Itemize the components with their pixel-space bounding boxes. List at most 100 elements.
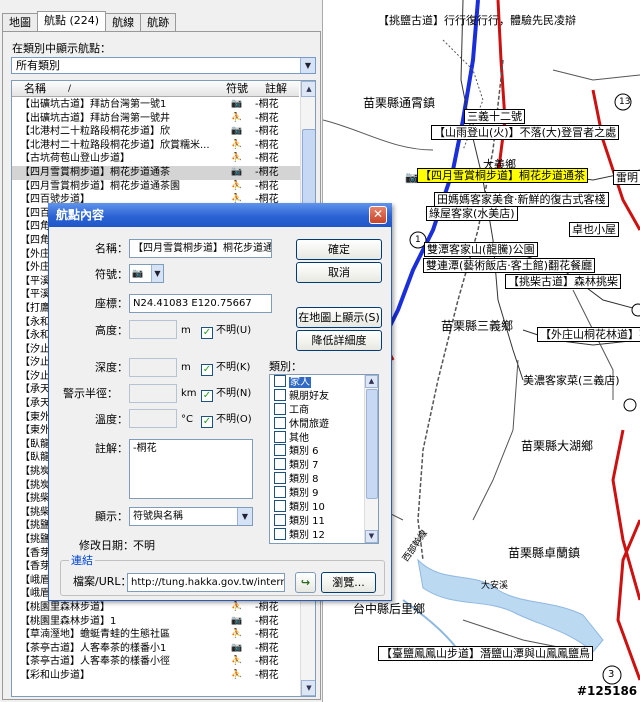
tab-routes[interactable]: 航線 <box>105 13 142 31</box>
category-filter-select[interactable]: 所有類別 ▼ <box>11 57 316 74</box>
checkbox-icon[interactable] <box>274 388 286 401</box>
proximity-field[interactable] <box>129 384 177 403</box>
symbol-select[interactable]: 📷 ▼ <box>129 264 164 283</box>
name-field[interactable]: 【四月雪賞桐步道】桐花步道通 <box>129 239 272 258</box>
map-label[interactable]: 【挑柴古道】森林挑柴 <box>505 274 621 289</box>
list-item[interactable]: 【古坑荷苞山登山步道】 ⛹ -桐花 <box>12 152 300 166</box>
checkbox-icon[interactable] <box>274 513 286 526</box>
scroll-up-icon[interactable]: ▲ <box>365 375 378 388</box>
scroll-up-icon[interactable]: ▲ <box>301 81 315 97</box>
tab-map[interactable]: 地圖 <box>2 13 38 31</box>
chevron-down-icon[interactable]: ▼ <box>237 508 252 525</box>
list-item[interactable]: 【桃園里森林步道】 ⛹ -桐花 <box>12 601 300 615</box>
tab-tracks[interactable]: 航跡 <box>140 13 177 31</box>
map-label[interactable]: 美濃客家菜(三義店) <box>523 374 620 387</box>
list-item[interactable]: 【出礦坑古道】拜訪台灣第一號1 📷 -桐花 <box>12 98 300 112</box>
checkbox-icon[interactable] <box>274 430 286 443</box>
checkbox-icon[interactable] <box>274 402 286 415</box>
category-label: 類別 6 <box>289 446 319 458</box>
altitude-unknown-checkbox[interactable]: ✓ 不明(U) <box>201 324 251 339</box>
chevron-down-icon[interactable]: ▼ <box>300 58 315 73</box>
link-url-field[interactable]: http://tung.hakka.gov.tw/internet/sce <box>127 573 285 592</box>
depth-field[interactable] <box>129 358 177 377</box>
checkbox-icon[interactable] <box>274 472 286 485</box>
category-item[interactable]: 類別 12 <box>270 527 378 542</box>
map-label[interactable]: 雷明 <box>613 170 640 185</box>
category-item[interactable]: 休閒旅遊 <box>270 416 378 431</box>
list-item[interactable]: 【桃園里森林步道】1 📷 -桐花 <box>12 615 300 629</box>
scroll-thumb[interactable] <box>366 389 378 499</box>
open-link-button[interactable]: ↪ <box>295 572 316 593</box>
camera-icon: 📷 <box>132 269 144 279</box>
proximity-unknown-checkbox[interactable]: ✓ 不明(N) <box>201 387 251 402</box>
checkbox-icon[interactable] <box>274 500 286 513</box>
tab-waypoints[interactable]: 航點 (224) <box>37 11 107 31</box>
map-label[interactable]: 雙潭客家山(龍騰)公園 <box>424 242 538 257</box>
map-label[interactable]: 卓也小屋 <box>569 222 619 237</box>
category-item[interactable]: 工商 <box>270 402 378 417</box>
temperature-field[interactable] <box>129 409 177 428</box>
column-header-note[interactable]: 註解 <box>265 82 287 96</box>
comment-field[interactable]: -桐花 <box>129 439 253 499</box>
ok-button[interactable]: 確定 <box>296 239 382 260</box>
category-item[interactable]: 家人 <box>270 375 378 389</box>
waypoint-note: -桐花 <box>255 153 279 165</box>
map-label[interactable]: 田媽媽客家美食·新鮮的復古式客棧 <box>434 192 609 207</box>
display-select[interactable]: 符號與名稱 ▼ <box>129 507 253 526</box>
list-item[interactable]: 【出礦坑古道】拜訪台灣第一號井 ⛹ -桐花 <box>12 112 300 126</box>
categories-scrollbar[interactable]: ▲ ▼ <box>364 375 378 543</box>
waypoint-name: 【北港村二十粒路段桐花步道】欣賞糯米... <box>20 139 210 151</box>
depth-label: 深度： <box>95 361 128 374</box>
category-item[interactable]: 類別 7 <box>270 458 378 472</box>
checkbox-icon[interactable] <box>274 444 286 457</box>
checkbox-icon[interactable] <box>274 375 286 387</box>
map-label[interactable]: 【外庄山桐花林道】花張 <box>537 327 640 342</box>
map-label[interactable]: 綠屋客家(水美店) <box>426 206 518 221</box>
modified-label: 修改日期： <box>79 539 134 552</box>
list-item[interactable]: 【茶亭古道】人客奉茶的樣番小1 📷 -桐花 <box>12 642 300 656</box>
close-icon[interactable]: ✕ <box>369 206 387 224</box>
chevron-down-icon[interactable]: ▼ <box>151 265 163 282</box>
list-item[interactable]: 【草湳溼地】蟾蜓青蛙的生態社區 ⛹ -桐花 <box>12 628 300 642</box>
cancel-button[interactable]: 取消 <box>296 262 382 283</box>
category-item[interactable]: 其他 <box>270 430 378 445</box>
scroll-down-icon[interactable]: ▼ <box>365 530 378 543</box>
map-label[interactable]: 雙連潭(藝術飯店·客土館)翻花餐廳 <box>423 258 596 273</box>
waypoint-name: 【北港村二十粒路段桐花步道】欣 <box>20 126 170 138</box>
coords-field[interactable]: N24.41083 E120.75667 <box>129 294 272 313</box>
temperature-unknown-checkbox[interactable]: ✓ 不明(O) <box>201 413 252 428</box>
altitude-field[interactable] <box>129 320 177 339</box>
checkbox-icon[interactable] <box>274 527 286 540</box>
categories-list[interactable]: 家人 親朋好友 工商 休閒旅遊 其他 類別 6 類別 7 類別 8 類別 9 類別 10 類別 11… <box>269 374 379 544</box>
browse-button[interactable]: 瀏覽... <box>321 572 376 593</box>
map-label[interactable]: 【挑鹽古道】行行復行行，體驗先民凌辯 <box>378 14 576 27</box>
list-item[interactable]: 【四月雪賞桐步道】桐花步道通茶 📷 -桐花 <box>12 165 300 180</box>
dialog-title[interactable]: 航點內容 <box>48 203 392 227</box>
check-icon: ✓ <box>201 390 213 402</box>
map-label-selected[interactable]: 【四月雪賞桐步道】桐花步道通茶 <box>417 168 588 183</box>
column-header-symbol[interactable]: 符號 <box>226 82 248 96</box>
checkbox-icon[interactable] <box>274 416 286 429</box>
list-item[interactable]: 【茶亭古道】人客奉茶的樣番小徑 ⛹ -桐花 <box>12 655 300 669</box>
checkbox-icon[interactable] <box>274 458 286 471</box>
hiker-icon: ⛹ <box>231 629 243 640</box>
checkbox-icon[interactable] <box>274 486 286 499</box>
show-on-map-button[interactable]: 在地圖上顯示(S) <box>296 307 382 328</box>
scroll-down-icon[interactable]: ▼ <box>301 680 315 696</box>
category-item[interactable]: 類別 10 <box>270 500 378 514</box>
category-item[interactable]: 類別 11 <box>270 513 378 528</box>
category-item[interactable]: 親朋好友 <box>270 388 378 403</box>
list-item[interactable]: 【北港村二十粒路段桐花步道】欣賞糯米... ⛹ -桐花 <box>12 139 300 153</box>
list-item[interactable]: 【北港村二十粒路段桐花步道】欣 📷 -桐花 <box>12 125 300 139</box>
column-header-name[interactable]: 名稱 <box>24 82 46 96</box>
depth-unknown-checkbox[interactable]: ✓ 不明(K) <box>201 361 250 376</box>
map-label[interactable]: 【山雨登山(火)】不落(大)登冒者之處 <box>431 125 620 140</box>
category-item[interactable]: 類別 8 <box>270 472 378 486</box>
map-label[interactable]: 【臺鹽鳳鳳山步道】潛鹽山潭與山鳳鳳鹽鳥 <box>378 646 593 661</box>
map-label[interactable]: 三義十二號 <box>464 109 525 124</box>
category-item[interactable]: 類別 9 <box>270 486 378 500</box>
category-item[interactable]: 類別 6 <box>270 444 378 458</box>
reduce-detail-button[interactable]: 降低詳細度 <box>296 330 382 351</box>
list-item[interactable]: 【四月雪賞桐步道】桐花步道通茶園 ⛹ -桐花 <box>12 180 300 194</box>
list-item[interactable]: 【彩和山步道】 ⛹ -桐花 <box>12 669 300 683</box>
